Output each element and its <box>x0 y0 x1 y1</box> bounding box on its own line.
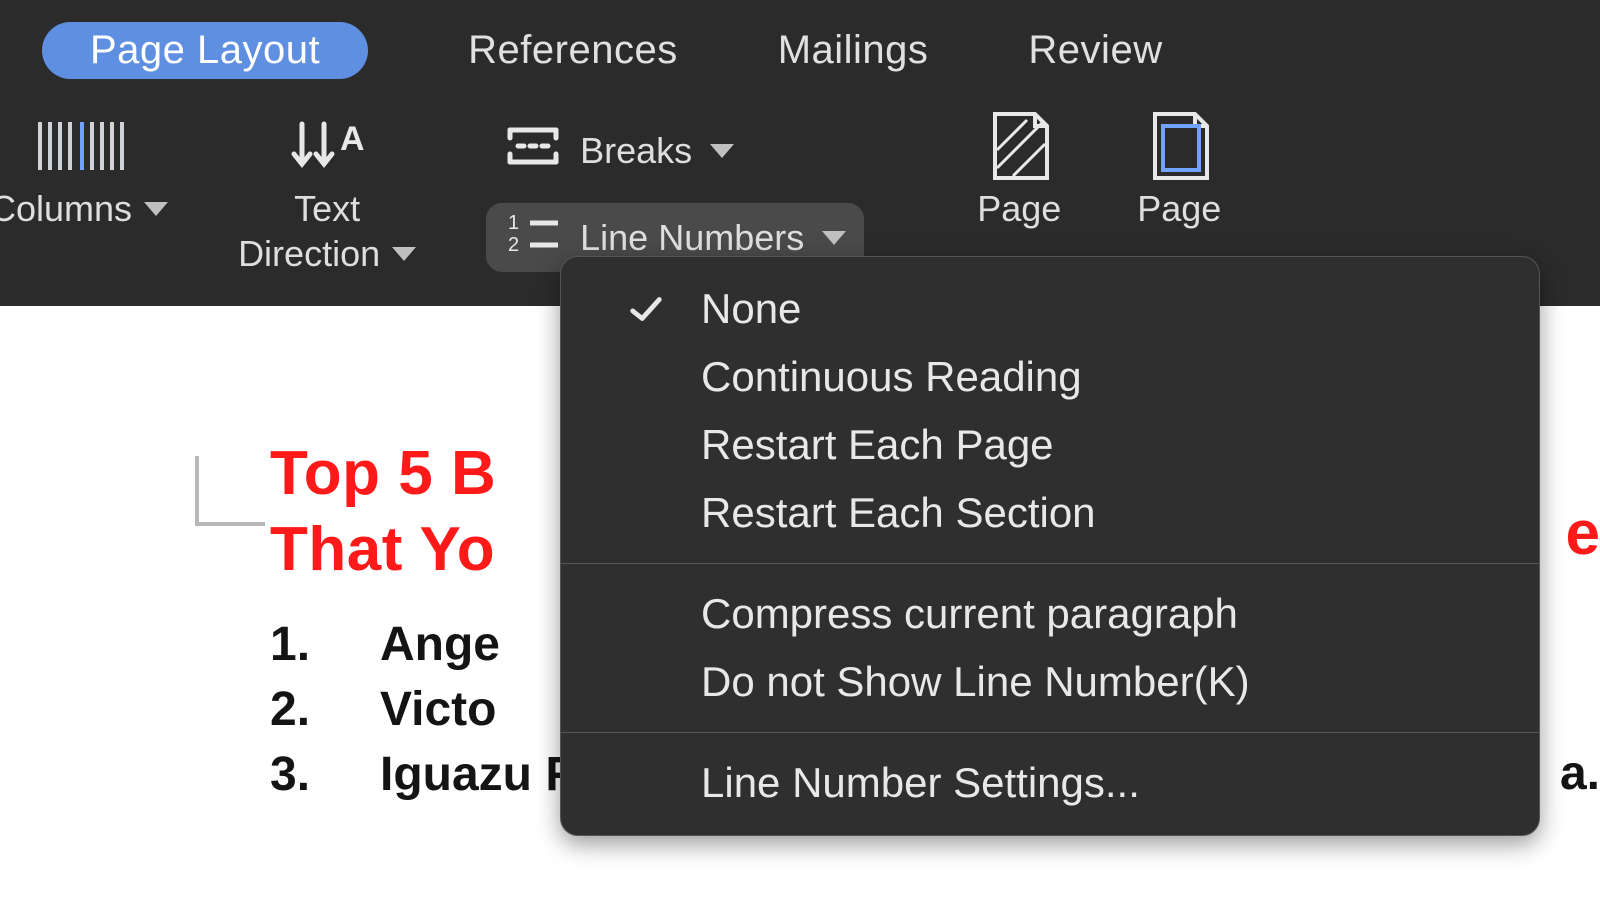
ribbon-tabs: Page Layout References Mailings Review <box>0 0 1600 88</box>
list-number: 1. <box>270 613 320 678</box>
list-number: 3. <box>270 743 320 808</box>
tab-review[interactable]: Review <box>1028 28 1162 73</box>
document-title-trail: e <box>1566 498 1600 569</box>
menu-item-restart-page[interactable]: Restart Each Page <box>561 411 1539 479</box>
page-button-2[interactable]: Page <box>1134 116 1224 231</box>
breaks-linenumbers-group: Breaks 1 2 Line Numbers <box>486 116 864 272</box>
chevron-down-icon <box>822 231 846 245</box>
svg-text:2: 2 <box>508 234 519 256</box>
menu-label: Compress current paragraph <box>701 590 1238 638</box>
menu-label: None <box>701 285 801 333</box>
menu-separator <box>561 732 1539 733</box>
menu-label: Restart Each Page <box>701 421 1054 469</box>
tab-page-layout[interactable]: Page Layout <box>42 22 368 79</box>
line-numbers-icon: 1 2 <box>504 209 562 266</box>
menu-label: Continuous Reading <box>701 353 1082 401</box>
menu-label: Restart Each Section <box>701 489 1096 537</box>
list-number: 2. <box>270 678 320 743</box>
menu-item-continuous[interactable]: Continuous Reading <box>561 343 1539 411</box>
check-icon <box>627 290 665 328</box>
text-direction-label-1: Text <box>294 186 360 231</box>
columns-button[interactable]: Columns <box>0 116 168 231</box>
columns-label: Columns <box>0 186 132 231</box>
page-label-1: Page <box>977 186 1061 231</box>
menu-separator <box>561 563 1539 564</box>
text-direction-label-2: Direction <box>238 231 380 276</box>
page-hatched-icon <box>974 116 1064 176</box>
text-direction-icon: A <box>282 116 372 176</box>
columns-icon <box>34 116 124 176</box>
page-outline-icon <box>1134 116 1224 176</box>
chevron-down-icon <box>710 144 734 158</box>
menu-item-settings[interactable]: Line Number Settings... <box>561 749 1539 817</box>
svg-text:1: 1 <box>508 212 519 234</box>
text-direction-button[interactable]: A Text Direction <box>238 116 416 276</box>
tab-references[interactable]: References <box>468 28 678 73</box>
page-button-1[interactable]: Page <box>974 116 1064 231</box>
menu-item-do-not-show[interactable]: Do not Show Line Number(K) <box>561 648 1539 716</box>
list-text: Victo <box>380 678 496 743</box>
chevron-down-icon <box>144 202 168 216</box>
breaks-label: Breaks <box>580 130 692 172</box>
svg-text:A: A <box>340 120 365 158</box>
document-list-trail: a. <box>1560 746 1600 801</box>
line-numbers-label: Line Numbers <box>580 217 804 259</box>
menu-item-restart-section[interactable]: Restart Each Section <box>561 479 1539 547</box>
menu-label: Do not Show Line Number(K) <box>701 658 1250 706</box>
tab-mailings[interactable]: Mailings <box>778 28 929 73</box>
menu-item-compress[interactable]: Compress current paragraph <box>561 580 1539 648</box>
page-label-2: Page <box>1137 186 1221 231</box>
chevron-down-icon <box>392 247 416 261</box>
menu-item-none[interactable]: None <box>561 275 1539 343</box>
page-margin-corner <box>195 456 265 526</box>
breaks-icon <box>504 122 562 179</box>
menu-label: Line Number Settings... <box>701 759 1140 807</box>
list-text: Ange <box>380 613 500 678</box>
breaks-button[interactable]: Breaks <box>486 116 752 185</box>
line-numbers-menu: None Continuous Reading Restart Each Pag… <box>560 256 1540 836</box>
